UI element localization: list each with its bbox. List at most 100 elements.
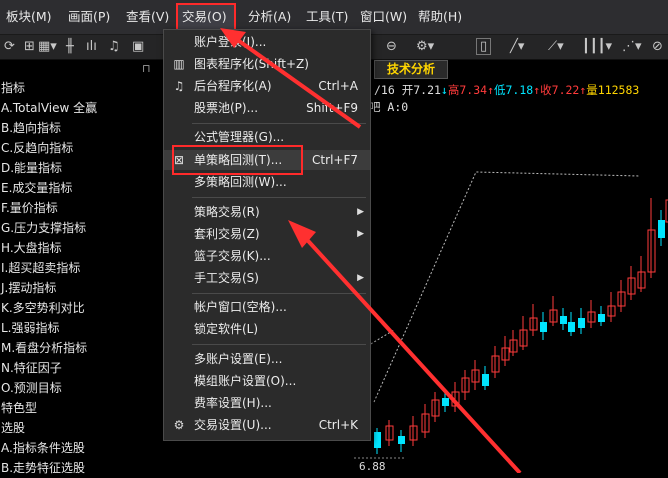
menu-item-label: 图表程序化(Shift+Z)	[194, 57, 309, 71]
menu-basket-trading[interactable]: 篮子交易(K)...	[164, 246, 370, 266]
menu-item-label: 篮子交易(K)...	[194, 249, 271, 263]
menu-formula-manager[interactable]: 公式管理器(G)...	[164, 127, 370, 147]
highlight-box	[172, 145, 303, 175]
candle-body	[398, 436, 405, 444]
mouse-icon[interactable]: ▯	[476, 38, 492, 55]
indicator-totalview[interactable]: A.TotalView 全赢	[0, 98, 164, 118]
indicator-counter-trend[interactable]: C.反趋向指标	[0, 138, 164, 158]
menu-bankuai[interactable]: 板块(M)	[0, 3, 62, 31]
settings-icon[interactable]: ⚙▾	[416, 38, 434, 56]
candles-group	[374, 198, 668, 454]
menu-separator	[192, 123, 366, 124]
indicator-forecast[interactable]: O.预测目标	[0, 378, 164, 398]
menu-item-label: 后台程序化(A)	[194, 79, 272, 93]
indicator-analysis[interactable]: M.看盘分析指标	[0, 338, 164, 358]
zoom-out-icon[interactable]: ⊖	[386, 38, 397, 56]
candle-body	[442, 398, 449, 406]
candle-body	[568, 322, 575, 332]
layout-icon[interactable]: ⊞	[24, 38, 35, 56]
indicator-volume[interactable]: E.成交量指标	[0, 178, 164, 198]
submenu-arrow-icon: ▶	[357, 229, 364, 239]
pen-icon[interactable]: ⊘	[652, 38, 663, 56]
ray-draw-icon[interactable]: ⟋▾	[548, 38, 564, 56]
menu-multi-account-settings[interactable]: 多账户设置(E)...	[164, 349, 370, 369]
menu-gongju[interactable]: 工具(T)	[300, 3, 354, 31]
menu-item-label: 交易设置(U)...	[194, 418, 272, 432]
menu-chuangkou[interactable]: 窗口(W)	[354, 3, 412, 31]
menu-item-label: 模组账户设置(O)...	[194, 374, 297, 388]
menu-module-account-settings[interactable]: 模组账户设置(O)...	[164, 371, 370, 391]
screen-by-indicator[interactable]: A.指标条件选股	[0, 438, 164, 458]
menu-strategy-trading[interactable]: 策略交易(R) ▶	[164, 202, 370, 222]
menu-manual-trading[interactable]: 手工交易(S) ▶	[164, 268, 370, 288]
menu-item-label: 费率设置(H)...	[194, 396, 272, 410]
menu-fenxi[interactable]: 分析(A)	[242, 3, 300, 31]
menu-separator	[192, 344, 366, 345]
indicator-market[interactable]: H.大盘指标	[0, 238, 164, 258]
bar-chart-icon[interactable]: ılı	[86, 38, 97, 56]
candle-body	[578, 318, 585, 328]
menu-item-shortcut: Shift+F9	[306, 101, 358, 115]
panel-pin-icon[interactable]: ⊓	[0, 60, 164, 78]
menu-bangzhu[interactable]: 帮助(H)	[412, 3, 470, 31]
low-price-label: 6.88	[359, 460, 386, 473]
stock-screen-category[interactable]: 选股	[0, 418, 164, 438]
grid-icon[interactable]: ▦▾	[38, 38, 57, 56]
indicator-oscillator[interactable]: J.摆动指标	[0, 278, 164, 298]
menu-item-label: 股票池(P)...	[194, 101, 259, 115]
menu-item-label: 多策略回测(W)...	[194, 175, 287, 189]
candle-body	[598, 314, 605, 322]
menu-item-label: 账户登录(I)...	[194, 35, 267, 49]
menu-background-programming[interactable]: ♫ 后台程序化(A) Ctrl+A	[164, 76, 370, 96]
indicator-overbought[interactable]: I.超买超卖指标	[0, 258, 164, 278]
menu-trade-settings[interactable]: ⚙ 交易设置(U)... Ctrl+K	[164, 415, 370, 435]
notebook-icon[interactable]: ▣	[132, 38, 144, 56]
candle-icon[interactable]: ╫	[66, 38, 74, 56]
menu-chart-programming[interactable]: ▥ 图表程序化(Shift+Z)	[164, 54, 370, 74]
menu-chakan[interactable]: 查看(V)	[120, 3, 174, 31]
menu-account-window[interactable]: 帐户窗口(空格)...	[164, 297, 370, 317]
menu-stock-pool[interactable]: 股票池(P)... Shift+F9	[164, 98, 370, 118]
screen-by-pattern[interactable]: B.走势特征选股	[0, 458, 164, 478]
candle-body	[540, 322, 547, 332]
menu-item-shortcut: Ctrl+A	[318, 79, 358, 93]
menu-lock-software[interactable]: 锁定软件(L)	[164, 319, 370, 339]
trade-menu-dropdown: 账户登录(I)... ▥ 图表程序化(Shift+Z) ♫ 后台程序化(A) Ctrl…	[163, 29, 371, 441]
candle-body	[482, 374, 489, 386]
indicator-featured[interactable]: 特色型	[0, 398, 164, 418]
indicator-volume-price[interactable]: F.量价指标	[0, 198, 164, 218]
menu-huamian[interactable]: 画面(P)	[62, 3, 120, 31]
indicator-factors[interactable]: N.特征因子	[0, 358, 164, 378]
menu-item-label: 手工交易(S)	[194, 271, 259, 285]
candle-body	[560, 316, 567, 324]
menu-account-login[interactable]: 账户登录(I)...	[164, 32, 370, 52]
indicator-energy[interactable]: D.能量指标	[0, 158, 164, 178]
candle-body	[658, 220, 665, 238]
menu-item-label: 套利交易(Z)	[194, 227, 260, 241]
indicator-trend[interactable]: B.趋向指标	[0, 118, 164, 138]
indicator-category[interactable]: 指标	[0, 78, 164, 98]
chart-program-icon: ▥	[173, 57, 185, 71]
parallel-lines-icon[interactable]: ┃┃┃▾	[582, 38, 612, 56]
menu-arbitrage-trading[interactable]: 套利交易(Z) ▶	[164, 224, 370, 244]
menu-multi-strategy-backtest[interactable]: 多策略回测(W)...	[164, 172, 370, 192]
submenu-arrow-icon: ▶	[357, 273, 364, 283]
indicator-support-resistance[interactable]: G.压力支撑指标	[0, 218, 164, 238]
refresh-icon[interactable]: ⟳	[4, 38, 15, 56]
menu-fee-settings[interactable]: 费率设置(H)...	[164, 393, 370, 413]
line-draw-icon[interactable]: ╱▾	[510, 38, 524, 56]
menu-item-label: 锁定软件(L)	[194, 322, 259, 336]
menu-item-label: 策略交易(R)	[194, 205, 260, 219]
menu-item-shortcut: Ctrl+F7	[312, 153, 358, 167]
indicator-bull-bear[interactable]: K.多空势利对比	[0, 298, 164, 318]
trend-lines	[363, 171, 641, 403]
indicator-panel: ⊓ 指标 A.TotalView 全赢 B.趋向指标 C.反趋向指标 D.能量指…	[0, 60, 164, 475]
menu-jiaoyi[interactable]: 交易(O)	[176, 3, 236, 31]
alarm-icon[interactable]: ♫	[108, 38, 120, 56]
fan-lines-icon[interactable]: ⋰▾	[622, 38, 642, 56]
menu-item-label: 多账户设置(E)...	[194, 352, 283, 366]
submenu-arrow-icon: ▶	[357, 207, 364, 217]
bell-icon: ♫	[173, 79, 185, 93]
indicator-strength[interactable]: L.强弱指标	[0, 318, 164, 338]
candle-body	[374, 432, 381, 448]
